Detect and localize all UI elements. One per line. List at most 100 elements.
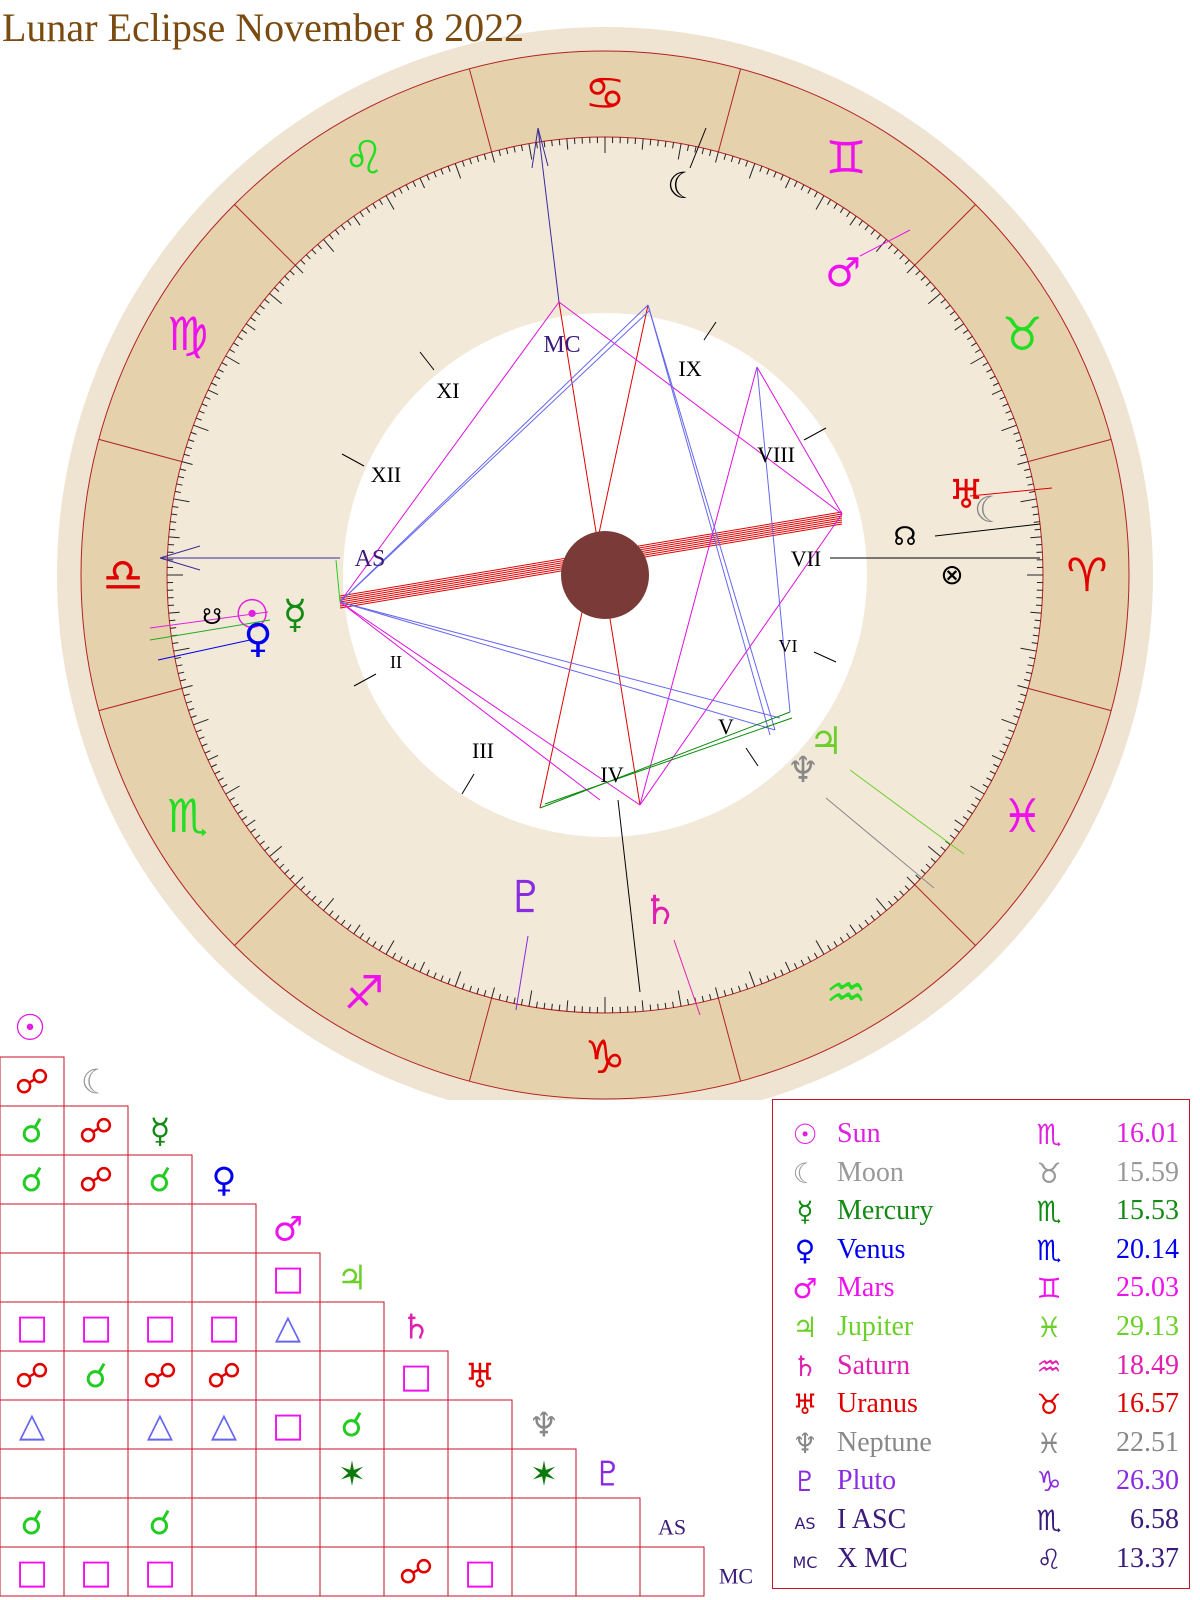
aspect-tri-icon: △ <box>147 1406 174 1446</box>
sign-aries-icon: ♈ <box>1066 548 1107 602</box>
grid-cell <box>0 1448 65 1499</box>
aspect-sq-icon: □ <box>144 1553 176 1593</box>
house-label: VI <box>779 636 798 656</box>
grid-cell <box>639 1546 705 1597</box>
planet-neptune-icon: ♆ <box>787 750 819 791</box>
planet-icon: ♂ <box>792 1272 818 1306</box>
planet-table-row: ☾ Moon ♉ 15.59 <box>773 1157 1189 1193</box>
sign-icon: ♌ <box>1036 1542 1062 1576</box>
planet-table-row: ♅ Uranus ♉ 16.57 <box>773 1388 1189 1424</box>
planet-table-row: MC X MC ♌ 13.37 <box>773 1543 1189 1579</box>
aspect-conj-icon: ☌ <box>85 1357 108 1397</box>
grid-cell <box>319 1497 385 1548</box>
planet-name: Pluto <box>837 1465 897 1497</box>
grid-cell <box>127 1203 193 1254</box>
planet-name: Neptune <box>837 1426 932 1458</box>
planet-mars-icon: ♂ <box>825 250 861 296</box>
planet-icon: ☾ <box>792 1156 818 1190</box>
grid-cell <box>447 1497 513 1548</box>
aspect-opp-icon: ☍ <box>399 1553 433 1593</box>
aspect-conj-icon: ☌ <box>149 1161 172 1201</box>
planet-degree: 26.30 <box>1116 1465 1179 1497</box>
aspect-conj-icon: ☌ <box>149 1504 172 1544</box>
planet-table-row: ♆ Neptune ♓ 22.51 <box>773 1427 1189 1463</box>
planet-degree: 15.53 <box>1116 1195 1179 1227</box>
planet-name: Jupiter <box>837 1311 914 1342</box>
planet-degree: 20.14 <box>1116 1233 1179 1265</box>
planet-degree: 22.51 <box>1116 1426 1179 1458</box>
grid-cell <box>63 1252 129 1303</box>
grid-header-icon: ♂ <box>273 1210 303 1250</box>
grid-cell <box>191 1252 257 1303</box>
aspect-sq-icon: □ <box>272 1259 304 1299</box>
sign-aquarius-icon: ♒ <box>825 965 866 1019</box>
grid-cell <box>255 1448 321 1499</box>
planet-icon: AS <box>794 1514 816 1533</box>
grid-cell <box>447 1448 513 1499</box>
aspect-conj-icon: ☌ <box>21 1504 44 1544</box>
grid-cell <box>575 1546 641 1597</box>
sign-icon: ♏ <box>1036 1233 1062 1267</box>
grid-cell <box>127 1448 193 1499</box>
aspect-sq-icon: □ <box>16 1553 48 1593</box>
planet-name: Mars <box>837 1272 895 1304</box>
aspect-conj-icon: ☌ <box>341 1406 364 1446</box>
planet-table-row: ☿ Mercury ♏ 15.53 <box>773 1195 1189 1231</box>
grid-header-icon: ☉ <box>14 1008 46 1049</box>
moon-ring-icon: ☾ <box>974 490 1006 531</box>
grid-header-icon: ♆ <box>529 1406 559 1446</box>
planet-table-row: ♄ Saturn ♒ 18.49 <box>773 1350 1189 1386</box>
grid-cell <box>63 1448 129 1499</box>
grid-cell <box>63 1497 129 1548</box>
sign-taurus-icon: ♉ <box>1002 307 1043 361</box>
aspect-opp-icon: ☍ <box>79 1112 113 1152</box>
planet-degree: 25.03 <box>1116 1272 1179 1304</box>
grid-cell <box>255 1497 321 1548</box>
grid-cell <box>191 1497 257 1548</box>
aspect-opp-icon: ☍ <box>15 1063 49 1103</box>
aspect-sq-icon: □ <box>80 1308 112 1348</box>
grid-cell <box>511 1497 577 1548</box>
sign-icon: ♏ <box>1036 1195 1062 1229</box>
planet-degree: 13.37 <box>1116 1542 1179 1574</box>
aspect-tri-icon: △ <box>275 1308 302 1348</box>
planet-name: Saturn <box>837 1349 911 1381</box>
sign-icon: ♉ <box>1036 1156 1062 1190</box>
grid-header-icon: MC <box>719 1564 753 1589</box>
grid-header-icon: ♃ <box>337 1259 367 1299</box>
planet-icon: ♃ <box>792 1311 818 1344</box>
planet-table-row: ♂ Mars ♊ 25.03 <box>773 1272 1189 1308</box>
part-of-fortune-icon: ⊗ <box>940 558 963 591</box>
sign-gemini-icon: ♊ <box>825 131 866 185</box>
north-node-icon: ☊ <box>893 522 916 552</box>
planet-degree: 18.49 <box>1116 1349 1179 1381</box>
sign-icon: ♒ <box>1036 1349 1062 1383</box>
planet-icon: ♅ <box>792 1388 818 1422</box>
aspect-opp-icon: ☍ <box>207 1357 241 1397</box>
grid-cell <box>383 1497 449 1548</box>
aspect-tri-icon: △ <box>19 1406 46 1446</box>
planet-name: Moon <box>837 1156 904 1188</box>
sign-icon: ♓ <box>1036 1311 1062 1344</box>
planet-name: X MC <box>837 1542 908 1574</box>
grid-header-icon: ♀ <box>212 1161 237 1201</box>
grid-cell <box>127 1252 193 1303</box>
grid-cell <box>383 1448 449 1499</box>
planet-table-row: ☉ Sun ♏ 16.01 <box>773 1118 1189 1154</box>
planet-degree: 29.13 <box>1116 1311 1179 1342</box>
planet-table: ☉ Sun ♏ 16.01 ☾ Moon ♉ 15.59 ☿ Mercury ♏ 15.53 ♀ Venu… <box>772 1099 1190 1589</box>
sign-pisces-icon: ♓ <box>1002 789 1043 843</box>
aspect-tri-icon: △ <box>211 1406 238 1446</box>
grid-cell <box>511 1546 577 1597</box>
grid-cell <box>63 1203 129 1254</box>
aspect-conj-icon: ☌ <box>21 1112 44 1152</box>
grid-header-icon: ♄ <box>401 1308 431 1348</box>
planet-icon: ♀ <box>794 1233 816 1267</box>
aspect-opp-icon: ☍ <box>15 1357 49 1397</box>
grid-header-icon: ☿ <box>150 1112 171 1152</box>
planet-icon: ☉ <box>792 1118 818 1151</box>
grid-cell <box>191 1546 257 1597</box>
planet-degree: 6.58 <box>1130 1504 1179 1535</box>
grid-cell <box>63 1399 129 1450</box>
planet-name: Mercury <box>837 1195 934 1227</box>
